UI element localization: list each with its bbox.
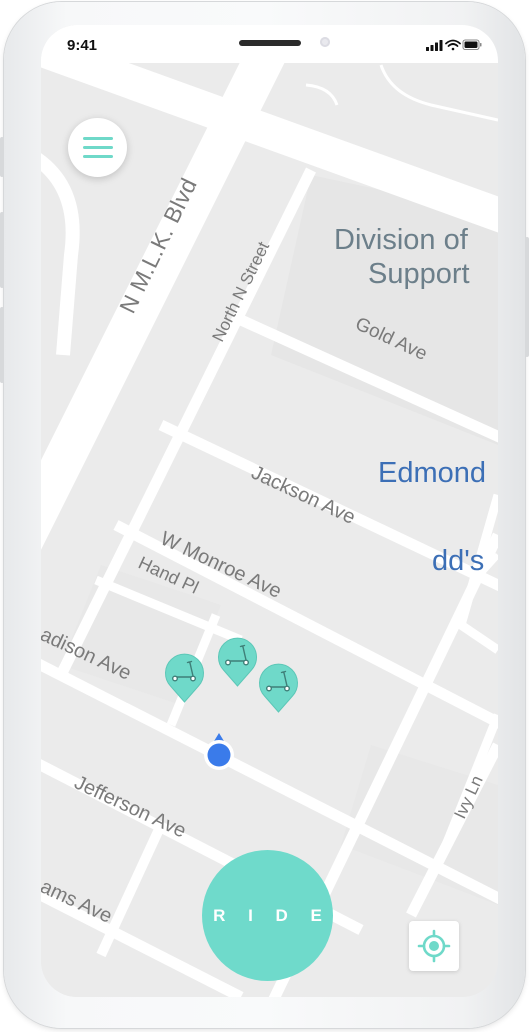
speaker-grille	[239, 40, 301, 46]
battery-icon	[462, 39, 482, 50]
wifi-icon	[445, 39, 461, 51]
screen: N M.L.K. Blvd North N Street Division of…	[41, 25, 498, 997]
notch	[143, 25, 395, 62]
recenter-location-button[interactable]	[409, 921, 459, 971]
status-time: 9:41	[67, 37, 98, 54]
user-location-dot	[204, 740, 234, 770]
scooter-marker[interactable]	[164, 653, 205, 703]
status-bar: 9:41	[41, 25, 498, 63]
scooter-marker[interactable]	[217, 637, 258, 687]
cellular-signal-icon	[426, 40, 443, 51]
edmond-poi-label: Edmond	[378, 457, 486, 489]
division-label-line2: Support	[368, 258, 470, 290]
status-icons	[426, 37, 482, 51]
crosshair-target-icon	[417, 929, 451, 963]
menu-button[interactable]	[68, 118, 127, 177]
division-label-line1: Division of	[334, 224, 469, 256]
ride-button[interactable]: R I D E	[202, 850, 333, 981]
power-button	[525, 237, 529, 357]
volume-down-button	[0, 307, 4, 383]
scooter-marker[interactable]	[258, 663, 299, 713]
phone-frame: N M.L.K. Blvd North N Street Division of…	[0, 2, 529, 1028]
front-camera	[320, 37, 330, 47]
dds-poi-label: dd's	[432, 545, 484, 577]
volume-up-button	[0, 212, 4, 288]
silent-switch	[0, 137, 4, 177]
